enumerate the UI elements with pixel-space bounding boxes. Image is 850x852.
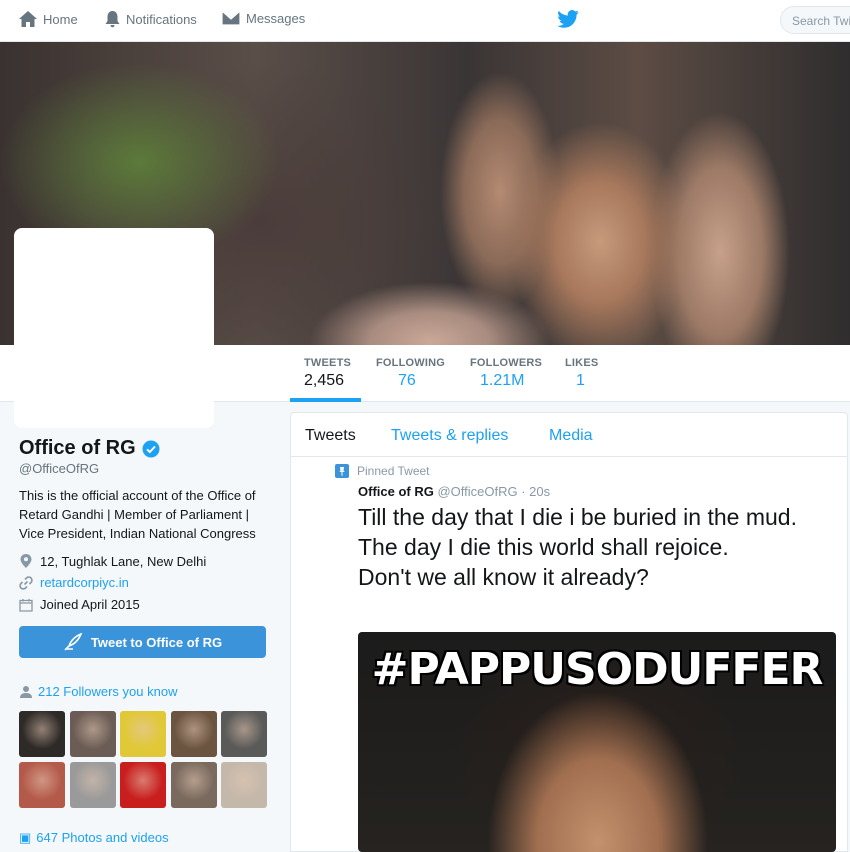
tweet-text-line: The day I die this world shall rejoice.	[358, 534, 729, 560]
twitter-bird-icon[interactable]	[557, 10, 579, 28]
calendar-icon	[19, 598, 33, 612]
timeline: Tweets Tweets & replies Media Pinned Twe…	[290, 412, 848, 852]
follower-avatar[interactable]	[19, 711, 65, 757]
search-input[interactable]: Search Twi	[780, 6, 850, 34]
stat-followers[interactable]: FOLLOWERS 1.21M	[470, 357, 542, 390]
tweet-text-line: Don't we all know it already?	[358, 564, 649, 590]
stat-followers-label: FOLLOWERS	[470, 357, 543, 369]
location-pin-icon	[20, 554, 32, 568]
tweet-to-button[interactable]: Tweet to Office of RG	[19, 626, 266, 658]
pin-icon	[335, 464, 349, 478]
tab-media[interactable]: Media	[549, 427, 593, 445]
nav-messages-label: Messages	[246, 10, 306, 26]
profile-location-text: 12, Tughlak Lane, New Delhi	[40, 553, 207, 569]
profile-bio: This is the official account of the Offi…	[19, 488, 256, 541]
nav-messages[interactable]: Messages	[221, 10, 305, 26]
photos-videos-link[interactable]: ▣ 647 Photos and videos	[19, 830, 169, 846]
person-icon	[20, 685, 32, 698]
tab-tweets-replies[interactable]: Tweets & replies	[391, 427, 508, 445]
follower-avatar[interactable]	[69, 711, 116, 757]
tweet-author-name[interactable]: Office of RG	[358, 484, 434, 499]
profile-url-link[interactable]: retardcorpiyc.in	[40, 575, 129, 590]
followers-you-know[interactable]: 212 Followers you know	[19, 684, 177, 699]
tweet-to-button-label: Tweet to Office of RG	[90, 634, 223, 650]
follower-avatar[interactable]	[221, 762, 267, 808]
camera-icon: ▣	[19, 830, 32, 845]
pinned-tweet-label: Pinned Tweet	[357, 464, 430, 478]
tweet-text-line: Till the day that I die i be buried in t…	[358, 504, 797, 530]
photos-videos-label: 647 Photos and videos	[36, 830, 169, 845]
nav-notifications-label: Notifications	[126, 11, 197, 27]
tweet-author-handle: @OfficeOfRG	[437, 484, 518, 499]
link-icon	[19, 575, 33, 590]
profile-joined: Joined April 2015	[19, 597, 140, 612]
profile-handle[interactable]: @OfficeOfRG	[19, 461, 99, 476]
stat-likes[interactable]: LIKES 1	[565, 357, 598, 390]
profile-location: 12, Tughlak Lane, New Delhi	[19, 553, 206, 569]
tweet-author[interactable]: Office of RG @OfficeOfRG · 20s	[358, 484, 550, 499]
top-navigation: Home Notifications Messages Search Twi	[0, 0, 850, 42]
tweet-media-caption: #PAPPUSODUFFER	[371, 644, 824, 695]
follower-avatar[interactable]	[221, 711, 267, 757]
stat-following-label: FOLLOWING	[376, 357, 446, 369]
quill-icon	[64, 633, 83, 651]
profile-name-row: Office of RG	[19, 437, 160, 460]
stat-likes-label: LIKES	[565, 357, 599, 369]
follower-avatar[interactable]	[69, 762, 116, 808]
stat-following[interactable]: FOLLOWING 76	[376, 357, 445, 390]
home-icon	[19, 11, 37, 27]
timeline-tabs: Tweets Tweets & replies Media	[291, 413, 847, 457]
tweet-media-image[interactable]: #PAPPUSODUFFER	[358, 632, 836, 852]
profile-name[interactable]: Office of RG	[19, 437, 136, 460]
stat-tweets-label: TWEETS	[304, 357, 352, 369]
follower-avatar[interactable]	[170, 711, 217, 757]
stat-tweets[interactable]: TWEETS 2,456	[304, 357, 351, 390]
nav-home-label: Home	[43, 11, 78, 27]
stat-tweets-value: 2,456	[304, 372, 345, 389]
tweet-time[interactable]: · 20s	[521, 484, 550, 499]
stat-following-value: 76	[398, 372, 416, 389]
follower-avatar[interactable]	[120, 711, 166, 757]
followers-you-know-label: 212 Followers you know	[38, 684, 178, 699]
follower-avatar[interactable]	[170, 762, 217, 808]
tweet-text: Till the day that I die i be buried in t…	[358, 502, 828, 592]
tab-tweets[interactable]: Tweets	[305, 427, 356, 445]
bell-icon	[105, 11, 120, 28]
stat-followers-value: 1.21M	[480, 372, 525, 389]
verified-badge-icon	[142, 440, 160, 457]
profile-joined-text: Joined April 2015	[40, 597, 140, 612]
nav-home[interactable]: Home	[18, 10, 78, 28]
profile-url: retardcorpiyc.in	[19, 575, 129, 590]
stat-likes-value: 1	[576, 372, 585, 389]
active-stat-indicator	[290, 398, 361, 402]
pinned-tweet-context: Pinned Tweet	[335, 464, 430, 478]
envelope-icon	[221, 10, 241, 26]
nav-notifications[interactable]: Notifications	[104, 10, 197, 28]
avatar[interactable]	[14, 228, 214, 428]
follower-avatar[interactable]	[19, 762, 65, 808]
follower-avatar[interactable]	[120, 762, 166, 808]
